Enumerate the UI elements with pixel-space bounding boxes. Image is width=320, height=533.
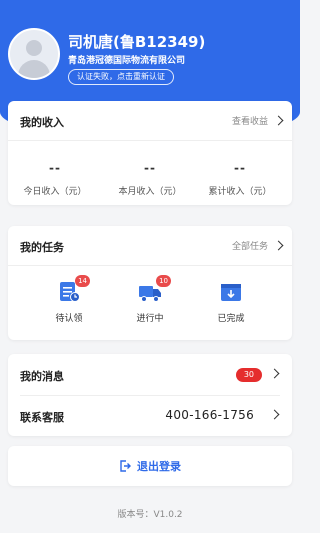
chevron-right-icon bbox=[269, 368, 280, 379]
messages-card: 我的消息 30 联系客服 400-166-1756 bbox=[8, 354, 292, 436]
view-earnings-link[interactable]: 查看收益 bbox=[231, 114, 284, 127]
view-earnings-label: 查看收益 bbox=[231, 117, 268, 127]
support-phone: 400-166-1756 bbox=[165, 408, 254, 422]
task-label: 待认领 bbox=[55, 314, 83, 324]
avatar[interactable] bbox=[8, 28, 60, 80]
support-title: 联系客服 bbox=[20, 411, 64, 424]
avatar-head bbox=[26, 40, 42, 56]
task-pending[interactable]: 14 待认领 bbox=[22, 275, 116, 324]
customer-service-row[interactable]: 联系客服 400-166-1756 bbox=[8, 395, 292, 436]
version-text: 版本号：V1.0.2 bbox=[117, 510, 183, 520]
messages-count-badge: 30 bbox=[235, 368, 262, 382]
stat-month: -- 本月收入（元） bbox=[103, 161, 197, 197]
tasks-header: 我的任务 全部任务 bbox=[8, 226, 292, 266]
clipboard-icon: 14 bbox=[57, 275, 90, 303]
logout-button[interactable]: 退出登录 bbox=[8, 446, 292, 486]
task-label: 已完成 bbox=[217, 314, 245, 324]
all-tasks-link[interactable]: 全部任务 bbox=[231, 239, 284, 252]
tasks-title: 我的任务 bbox=[20, 241, 64, 254]
income-header: 我的收入 查看收益 bbox=[8, 101, 292, 141]
chevron-right-icon bbox=[273, 115, 284, 126]
all-tasks-label: 全部任务 bbox=[231, 242, 268, 252]
income-card: 我的收入 查看收益 -- 今日收入（元） -- 本月收入（元） -- 累计收入（… bbox=[8, 101, 292, 205]
stat-label: 累计收入（元） bbox=[208, 187, 272, 197]
box-icon bbox=[219, 281, 243, 303]
stat-label: 本月收入（元） bbox=[118, 187, 182, 197]
logout-label: 退出登录 bbox=[137, 460, 181, 473]
truck-icon: 10 bbox=[138, 275, 171, 303]
auth-status-button[interactable]: 认证失败，点击重新认证 bbox=[68, 69, 174, 85]
driver-name: 司机唐(鲁B12349) bbox=[68, 33, 206, 51]
my-messages-row[interactable]: 我的消息 30 bbox=[8, 354, 292, 395]
stat-value: -- bbox=[234, 161, 246, 175]
task-completed[interactable]: 已完成 bbox=[184, 281, 278, 324]
stat-total: -- 累计收入（元） bbox=[193, 161, 287, 197]
stat-label: 今日收入（元） bbox=[23, 187, 87, 197]
avatar-body bbox=[18, 60, 50, 78]
stat-value: -- bbox=[49, 161, 61, 175]
tasks-card: 我的任务 全部任务 14 待认领 10 进行中 已完成 bbox=[8, 226, 292, 340]
task-in-progress[interactable]: 10 进行中 bbox=[103, 275, 197, 324]
messages-title: 我的消息 bbox=[20, 370, 64, 383]
stat-today: -- 今日收入（元） bbox=[8, 161, 102, 197]
in-progress-count-badge: 10 bbox=[156, 275, 171, 287]
income-title: 我的收入 bbox=[20, 116, 64, 129]
logout-content: 退出登录 bbox=[119, 458, 181, 474]
chevron-right-icon bbox=[273, 240, 284, 251]
task-label: 进行中 bbox=[136, 314, 164, 324]
pending-count-badge: 14 bbox=[75, 275, 90, 287]
logout-icon bbox=[120, 460, 131, 472]
chevron-right-icon bbox=[269, 409, 280, 420]
company-name: 青岛港冠德国际物流有限公司 bbox=[68, 56, 186, 66]
stat-value: -- bbox=[144, 161, 156, 175]
